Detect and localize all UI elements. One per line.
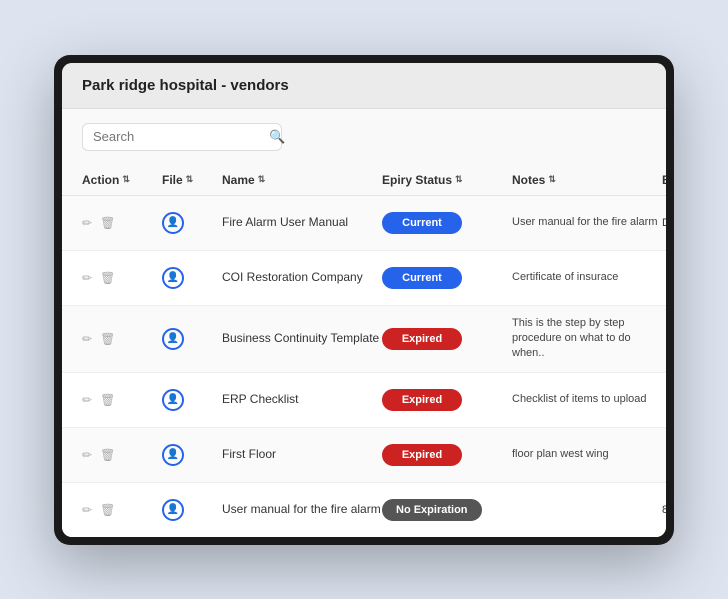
page-title: Park ridge hospital - vendors [82, 77, 646, 94]
notes-cell: User manual for the fire alarm [512, 215, 662, 230]
file-person-icon[interactable] [162, 499, 184, 521]
notes-cell: floor plan west wing [512, 447, 662, 462]
table-row: ✏ 🗑 User manual for the fire alarm No Ex… [62, 483, 666, 537]
status-cell: No Expiration [382, 499, 512, 521]
sort-file-icon[interactable]: ⇅ [186, 174, 194, 185]
delete-icon[interactable]: 🗑 [100, 448, 115, 462]
table-row: ✏ 🗑 First Floor Expired floor plan west … [62, 428, 666, 483]
file-cell [162, 267, 222, 289]
col-action: Action ⇅ [82, 173, 162, 187]
table-header: Action ⇅ File ⇅ Name ⇅ Epiry Status ⇅ [62, 165, 666, 196]
file-cell [162, 212, 222, 234]
name-cell: Fire Alarm User Manual [222, 214, 382, 231]
search-input[interactable] [93, 129, 269, 144]
table-row: ✏ 🗑 ERP Checklist Expired Checklist of i… [62, 373, 666, 428]
content-area: 🔍 Action ⇅ File ⇅ Name ⇅ [62, 109, 666, 537]
edit-icon[interactable]: ✏ [82, 271, 92, 285]
action-cell: ✏ 🗑 [82, 271, 162, 285]
buildings-cell: Downtown Hospi... [662, 217, 666, 229]
status-cell: Expired [382, 328, 512, 350]
sort-action-icon[interactable]: ⇅ [122, 174, 130, 185]
file-person-icon[interactable] [162, 328, 184, 350]
col-notes: Notes ⇅ [512, 173, 662, 187]
notes-cell: Certificate of insurace [512, 270, 662, 285]
search-icon: 🔍 [269, 129, 285, 145]
name-cell: User manual for the fire alarm [222, 501, 382, 518]
file-cell [162, 499, 222, 521]
col-file: File ⇅ [162, 173, 222, 187]
file-person-icon[interactable] [162, 389, 184, 411]
col-buildings: Buildings ⇅ [662, 173, 666, 187]
delete-icon[interactable]: 🗑 [100, 393, 115, 407]
table-row: ✏ 🗑 Fire Alarm User Manual Current User … [62, 196, 666, 251]
delete-icon[interactable]: 🗑 [100, 216, 115, 230]
title-bar: Park ridge hospital - vendors [62, 63, 666, 109]
file-person-icon[interactable] [162, 267, 184, 289]
search-bar: 🔍 [62, 109, 666, 165]
action-cell: ✏ 🗑 [82, 393, 162, 407]
name-cell: ERP Checklist [222, 391, 382, 408]
edit-icon[interactable]: ✏ [82, 393, 92, 407]
notes-cell: This is the step by step procedure on wh… [512, 316, 662, 362]
table-row: ✏ 🗑 COI Restoration Company Current Cert… [62, 251, 666, 306]
col-expiry: Epiry Status ⇅ [382, 173, 512, 187]
sort-expiry-icon[interactable]: ⇅ [455, 174, 463, 185]
status-cell: Current [382, 212, 512, 234]
action-cell: ✏ 🗑 [82, 448, 162, 462]
status-badge: Current [382, 212, 462, 234]
sort-notes-icon[interactable]: ⇅ [548, 174, 556, 185]
delete-icon[interactable]: 🗑 [100, 332, 115, 346]
action-cell: ✏ 🗑 [82, 503, 162, 517]
status-badge: Current [382, 267, 462, 289]
action-cell: ✏ 🗑 [82, 216, 162, 230]
name-cell: First Floor [222, 446, 382, 463]
name-cell: Business Continuity Template [222, 330, 382, 347]
status-badge: Expired [382, 389, 462, 411]
buildings-cell: 894-941-5346 [662, 504, 666, 516]
edit-icon[interactable]: ✏ [82, 332, 92, 346]
notes-cell: Checklist of items to upload [512, 392, 662, 407]
edit-icon[interactable]: ✏ [82, 448, 92, 462]
edit-icon[interactable]: ✏ [82, 503, 92, 517]
col-name: Name ⇅ [222, 173, 382, 187]
status-cell: Current [382, 267, 512, 289]
screen: Park ridge hospital - vendors 🔍 Action ⇅… [62, 63, 666, 537]
delete-icon[interactable]: 🗑 [100, 503, 115, 517]
delete-icon[interactable]: 🗑 [100, 271, 115, 285]
search-input-wrap[interactable]: 🔍 [82, 123, 282, 151]
status-badge: Expired [382, 444, 462, 466]
data-table: Action ⇅ File ⇅ Name ⇅ Epiry Status ⇅ [62, 165, 666, 537]
file-cell [162, 389, 222, 411]
file-person-icon[interactable] [162, 212, 184, 234]
file-cell [162, 328, 222, 350]
action-cell: ✏ 🗑 [82, 332, 162, 346]
file-person-icon[interactable] [162, 444, 184, 466]
status-cell: Expired [382, 444, 512, 466]
status-badge: Expired [382, 328, 462, 350]
table-row: ✏ 🗑 Business Continuity Template Expired… [62, 306, 666, 373]
sort-name-icon[interactable]: ⇅ [258, 174, 266, 185]
file-cell [162, 444, 222, 466]
status-badge: No Expiration [382, 499, 482, 521]
status-cell: Expired [382, 389, 512, 411]
edit-icon[interactable]: ✏ [82, 216, 92, 230]
device-frame: Park ridge hospital - vendors 🔍 Action ⇅… [54, 55, 674, 545]
name-cell: COI Restoration Company [222, 269, 382, 286]
